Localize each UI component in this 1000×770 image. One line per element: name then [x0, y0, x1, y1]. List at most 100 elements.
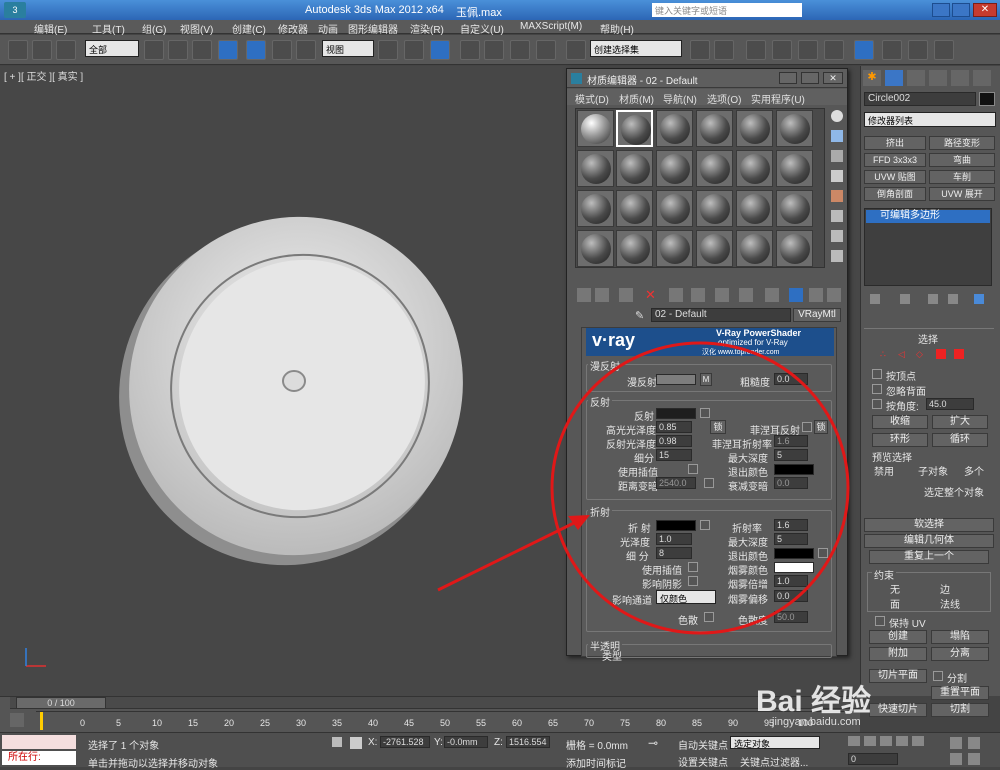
- put-to-library-icon[interactable]: [715, 288, 729, 302]
- dispersion-checkbox[interactable]: [704, 612, 714, 622]
- select-move-icon[interactable]: [246, 40, 266, 60]
- mat-menu-options[interactable]: 选项(O): [707, 91, 741, 106]
- y-coord-field[interactable]: -0.0mm: [444, 736, 488, 748]
- constraint-face-radio[interactable]: 面: [890, 596, 900, 611]
- graphite-tools-icon[interactable]: [772, 40, 792, 60]
- menu-create[interactable]: 创建(C): [232, 21, 266, 36]
- x-coord-field[interactable]: -2761.528: [380, 736, 430, 748]
- stack-item-editable-poly[interactable]: 可编辑多边形: [866, 210, 990, 223]
- sample-slot[interactable]: [776, 150, 813, 187]
- rendered-frame-icon[interactable]: [908, 40, 928, 60]
- assign-material-icon[interactable]: [619, 288, 633, 302]
- keyboard-shortcut-icon[interactable]: [430, 40, 450, 60]
- backlight-icon[interactable]: [831, 130, 843, 142]
- set-key-mode-icon[interactable]: ⊸: [648, 737, 668, 749]
- track-bar-icon[interactable]: [10, 713, 24, 727]
- fog-mult-spinner[interactable]: 1.0: [774, 575, 808, 587]
- dim-falloff-spinner[interactable]: 0.0: [774, 477, 808, 489]
- render-production-icon[interactable]: [934, 40, 954, 60]
- prev-frame-icon[interactable]: [864, 736, 876, 746]
- path-deform-button[interactable]: 路径变形: [929, 136, 995, 150]
- lathe-button[interactable]: 车削: [929, 170, 995, 184]
- hilight-gloss-spinner[interactable]: 0.85: [656, 421, 692, 433]
- time-slider-thumb[interactable]: 0 / 100: [16, 697, 106, 709]
- spinner-snap-icon[interactable]: [536, 40, 556, 60]
- eyedropper-icon[interactable]: ✎: [635, 309, 647, 322]
- sample-slot[interactable]: [736, 150, 773, 187]
- unlink-icon[interactable]: [32, 40, 52, 60]
- layer-manager-icon[interactable]: [746, 40, 766, 60]
- menu-modifiers[interactable]: 修改器: [278, 21, 308, 36]
- refl-gloss-spinner[interactable]: 0.98: [656, 435, 692, 447]
- angle-snap-icon[interactable]: [484, 40, 504, 60]
- add-time-tag[interactable]: 添加时间标记: [566, 755, 626, 770]
- sample-slot[interactable]: [776, 230, 813, 267]
- refr-subdivs-spinner[interactable]: 8: [656, 547, 692, 559]
- sample-slot[interactable]: [656, 230, 693, 267]
- by-angle-checkbox[interactable]: [872, 399, 882, 409]
- preview-off-radio[interactable]: 禁用: [874, 463, 894, 478]
- refl-subdivs-spinner[interactable]: 15: [656, 449, 692, 461]
- bevel-profile-button[interactable]: 倒角剖面: [864, 187, 926, 201]
- affect-shadows-checkbox[interactable]: [688, 576, 698, 586]
- preserve-uv-checkbox[interactable]: [875, 616, 885, 626]
- dim-dist-spinner[interactable]: 2540.0: [656, 477, 696, 489]
- sample-slot[interactable]: [776, 110, 813, 147]
- remove-modifier-icon[interactable]: [948, 294, 958, 304]
- window-crossing-icon[interactable]: [218, 40, 238, 60]
- soft-selection-rollout[interactable]: 软选择: [864, 518, 994, 532]
- uvw-unwrap-button[interactable]: UVW 展开: [929, 187, 995, 201]
- refr-exit-color-checkbox[interactable]: [818, 548, 828, 558]
- minimize-icon[interactable]: [932, 3, 950, 17]
- schematic-view-icon[interactable]: [824, 40, 844, 60]
- reflect-color-swatch[interactable]: [656, 408, 696, 419]
- mat-maximize-icon[interactable]: [801, 72, 819, 84]
- edit-named-sets-icon[interactable]: [566, 40, 586, 60]
- preview-multi-radio[interactable]: 多个: [964, 463, 984, 478]
- background-icon[interactable]: [831, 150, 843, 162]
- object-color-swatch[interactable]: [979, 92, 995, 106]
- sample-slot[interactable]: [656, 150, 693, 187]
- rect-selection-icon[interactable]: [192, 40, 212, 60]
- menu-animation[interactable]: 动画: [318, 21, 338, 36]
- refl-max-depth-spinner[interactable]: 5: [774, 449, 808, 461]
- material-type-button[interactable]: VRayMtl: [793, 308, 841, 322]
- mat-menu-utilities[interactable]: 实用程序(U): [751, 91, 805, 106]
- extrude-button[interactable]: 挤出: [864, 136, 926, 150]
- refr-use-interp-checkbox[interactable]: [688, 562, 698, 572]
- modify-tab-icon[interactable]: [885, 70, 903, 86]
- constraint-normal-radio[interactable]: 法线: [940, 596, 960, 611]
- named-selection-dropdown[interactable]: 创建选择集: [590, 40, 682, 57]
- diffuse-color-swatch[interactable]: [656, 374, 696, 385]
- select-rotate-icon[interactable]: [272, 40, 292, 60]
- preview-subobj-radio[interactable]: 子对象: [918, 463, 948, 478]
- pan-icon[interactable]: [950, 753, 962, 765]
- z-coord-field[interactable]: 1516.554: [506, 736, 550, 748]
- menu-graph-editors[interactable]: 图形编辑器: [348, 21, 398, 36]
- maxscript-line[interactable]: 所在行:: [2, 751, 76, 765]
- collapse-button[interactable]: 塌陷: [931, 630, 989, 644]
- options-icon[interactable]: [831, 230, 843, 242]
- bend-button[interactable]: 弯曲: [929, 153, 995, 167]
- fog-bias-spinner[interactable]: 0.0: [774, 590, 808, 602]
- menu-help[interactable]: 帮助(H): [600, 21, 634, 36]
- sample-slot[interactable]: [736, 230, 773, 267]
- fog-color-swatch[interactable]: [774, 562, 814, 573]
- reflect-map-button[interactable]: [700, 408, 710, 418]
- sample-slot[interactable]: [696, 150, 733, 187]
- display-tab-icon[interactable]: [951, 70, 969, 86]
- abbe-spinner[interactable]: 50.0: [774, 611, 808, 623]
- create-tab-icon[interactable]: ✱: [863, 70, 881, 86]
- mat-close-icon[interactable]: ✕: [823, 72, 843, 84]
- material-editor-icon[interactable]: [854, 40, 874, 60]
- element-mode-icon[interactable]: [954, 349, 964, 359]
- selection-header[interactable]: 选择: [918, 331, 938, 346]
- configure-sets-icon[interactable]: [974, 294, 984, 304]
- time-slider[interactable]: 0 / 100: [10, 697, 860, 709]
- selection-set-dropdown[interactable]: 选定对象: [730, 736, 820, 749]
- loop-button[interactable]: 循环: [932, 433, 988, 447]
- select-scale-icon[interactable]: [296, 40, 316, 60]
- maxscript-listener[interactable]: [2, 735, 76, 749]
- roughness-spinner[interactable]: 0.0: [774, 373, 808, 385]
- hilight-lock-button[interactable]: 锁: [710, 420, 726, 434]
